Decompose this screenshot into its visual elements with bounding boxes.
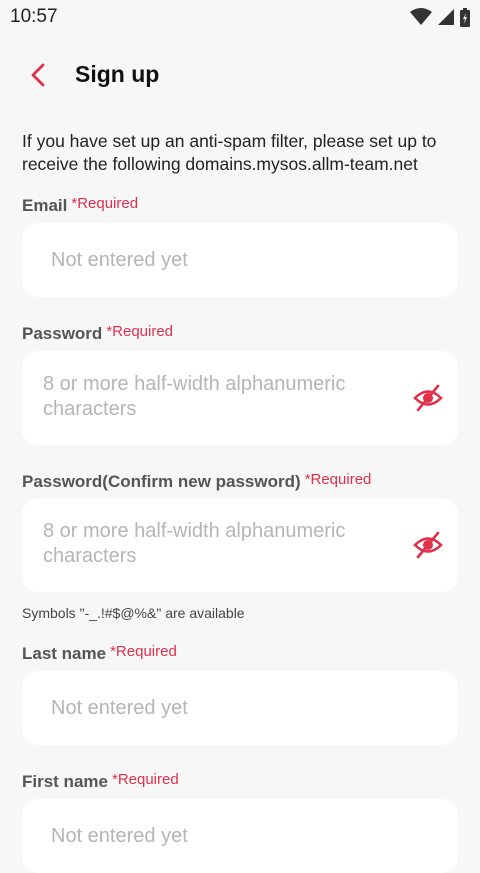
last-name-input[interactable] [51, 671, 480, 745]
first-name-input[interactable] [51, 799, 480, 873]
required-badge: *Required [71, 195, 139, 212]
password-visibility-toggle[interactable] [412, 383, 444, 413]
password-confirm-input[interactable] [43, 519, 398, 571]
first-name-field[interactable] [22, 799, 480, 873]
status-icons [410, 7, 470, 27]
battery-icon [460, 7, 470, 27]
first-name-label-text: First name [22, 772, 108, 791]
email-input[interactable] [51, 223, 480, 297]
password-confirm-visibility-toggle[interactable] [412, 530, 444, 560]
back-chevron-icon [31, 63, 45, 87]
required-badge: *Required [106, 323, 174, 340]
password-confirm-label-text: Password(Confirm new password) [22, 472, 301, 491]
password-confirm-field[interactable] [22, 498, 458, 592]
password-label-text: Password [22, 324, 103, 343]
eye-off-icon [413, 531, 443, 559]
email-field[interactable] [22, 223, 480, 297]
required-badge: *Required [304, 471, 372, 488]
header: Sign up [0, 52, 480, 98]
password-label: Password *Required [22, 323, 174, 344]
required-badge: *Required [111, 771, 179, 788]
required-badge: *Required [110, 643, 177, 660]
password-field[interactable] [22, 351, 458, 445]
first-name-label: First name *Required [22, 771, 179, 792]
last-name-label-text: Last name [22, 644, 107, 663]
last-name-label: Last name *Required [22, 643, 177, 664]
symbols-hint: Symbols "-_.!#$@%&" are available [22, 605, 245, 621]
password-confirm-label: Password(Confirm new password) *Required [22, 471, 372, 492]
signal-icon [438, 9, 454, 25]
spam-filter-notice: If you have set up an anti-spam filter, … [22, 131, 437, 174]
eye-off-icon [413, 384, 443, 412]
password-input[interactable] [43, 372, 398, 424]
status-time: 10:57 [10, 6, 58, 27]
page-title: Sign up [75, 61, 160, 87]
back-button[interactable] [26, 60, 56, 90]
email-label-text: Email [22, 196, 68, 215]
last-name-field[interactable] [22, 671, 480, 745]
status-bar: 10:57 [0, 0, 480, 34]
wifi-icon [410, 8, 432, 25]
email-label: Email *Required [22, 195, 139, 216]
